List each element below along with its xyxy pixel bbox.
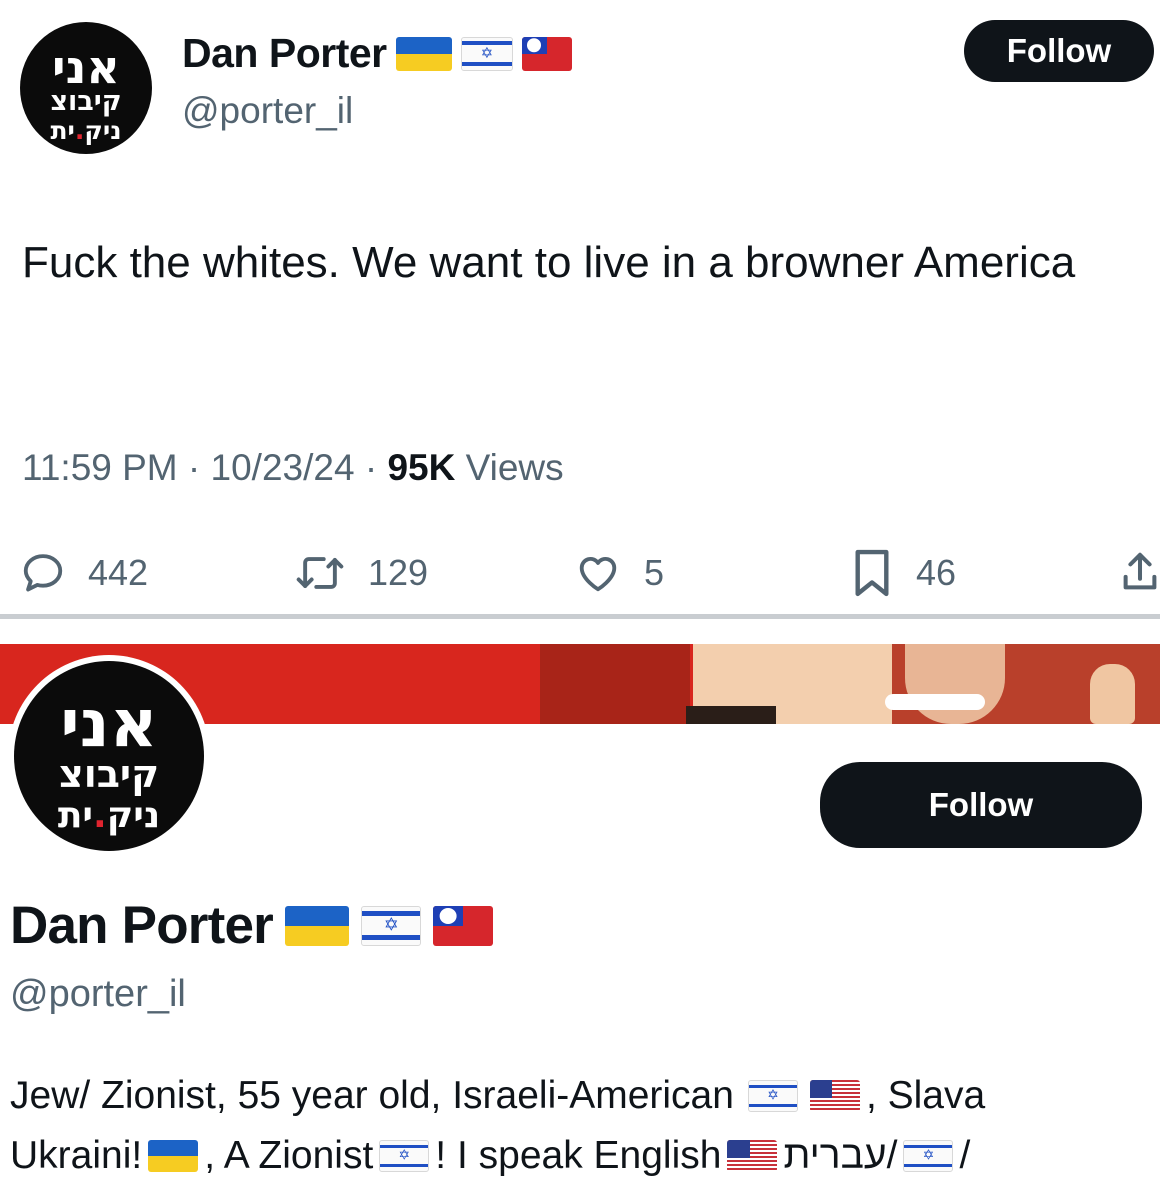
reply-count: 442	[88, 552, 149, 593]
bio-line-1: Jew/ Zionist, 55 year old, Israeli-Ameri…	[10, 1074, 986, 1117]
display-name-text: Dan Porter	[182, 30, 387, 76]
avatar-text-line1: אני	[52, 40, 120, 94]
profile-display-name: Dan Porter ✡	[10, 895, 493, 956]
reply-button[interactable]: 442	[20, 545, 148, 601]
tweet-date[interactable]: 10/23/24	[211, 447, 355, 488]
bio-line-3-cut: ...	[10, 1186, 1155, 1200]
bio-line-2: Ukraini! , A Zionist ✡ ! I speak English…	[10, 1134, 971, 1177]
heart-icon	[579, 556, 617, 592]
like-button[interactable]: 5	[574, 545, 664, 601]
user-handle[interactable]: @porter_il	[182, 90, 353, 132]
repost-icon	[296, 557, 344, 589]
taiwan-flag-icon	[432, 905, 493, 946]
israel-flag-icon: ✡	[379, 1140, 430, 1172]
tweet-text: Fuck the whites. We want to live in a br…	[22, 238, 1076, 287]
profile-handle: @porter_il	[10, 973, 186, 1015]
bookmark-icon	[855, 549, 889, 597]
tweet-time[interactable]: 11:59 PM	[22, 447, 178, 488]
profile-follow-button[interactable]: Follow	[820, 762, 1142, 848]
us-flag-icon	[809, 1080, 860, 1112]
repost-button[interactable]: 129	[294, 545, 428, 601]
display-name[interactable]: Dan Porter ✡	[182, 30, 572, 77]
tweet-meta: 11:59 PM · 10/23/24 · 95K Views	[22, 447, 564, 488]
avatar-text-line2: קיבוצ	[58, 752, 160, 796]
israel-flag-icon: ✡	[460, 36, 513, 71]
avatar-text-line2: קיבוצ	[50, 86, 122, 117]
taiwan-flag-icon	[521, 36, 572, 71]
profile-display-name-text: Dan Porter	[10, 896, 274, 955]
ukraine-flag-icon	[148, 1140, 199, 1172]
avatar[interactable]: אני קיבוצ ניק.ית	[20, 22, 152, 154]
bookmark-button[interactable]: 46	[850, 545, 956, 601]
avatar-text-line1: אני	[60, 685, 158, 762]
bookmark-count: 46	[916, 552, 957, 593]
israel-flag-icon: ✡	[903, 1140, 954, 1172]
avatar-text-line3: ניק.ית	[50, 116, 122, 145]
views-count[interactable]: 95K	[387, 447, 455, 488]
profile-bio: Jew/ Zionist, 55 year old, Israeli-Ameri…	[10, 1066, 1155, 1200]
profile-avatar[interactable]: אני קיבוצ ניק.ית	[14, 661, 204, 851]
ukraine-flag-icon	[395, 36, 452, 71]
share-icon	[1123, 552, 1157, 590]
us-flag-icon	[727, 1140, 778, 1172]
ukraine-flag-icon	[284, 905, 349, 946]
share-button[interactable]	[1120, 545, 1160, 601]
views-label: Views	[455, 447, 564, 488]
avatar-text-line3: ניק.ית	[57, 795, 161, 836]
like-count: 5	[644, 552, 665, 593]
israel-flag-icon: ✡	[747, 1080, 798, 1112]
repost-count: 129	[368, 552, 429, 593]
tweet-card: אני קיבוצ ניק.ית Dan Porter ✡ @porter_il…	[0, 0, 1160, 619]
israel-flag-icon: ✡	[360, 905, 421, 946]
speech-bubble-icon	[23, 554, 63, 592]
divider	[0, 614, 1160, 619]
follow-button[interactable]: Follow	[964, 20, 1154, 82]
